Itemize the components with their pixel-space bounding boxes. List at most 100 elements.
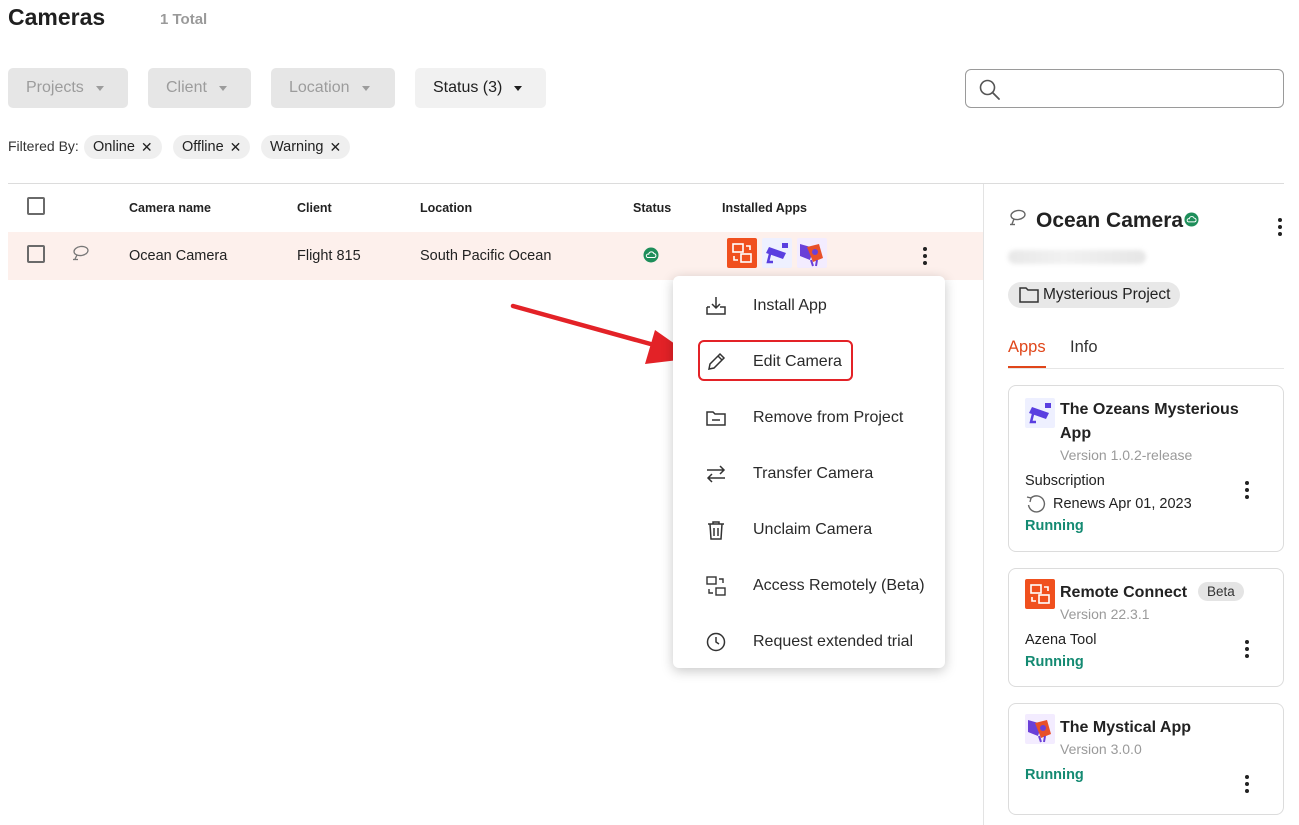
app-more-options-icon[interactable] (1239, 637, 1255, 661)
close-icon[interactable]: ✕ (141, 139, 153, 156)
clock-icon (706, 632, 726, 652)
folder-icon (1019, 287, 1039, 303)
menu-item-remove-from-project[interactable]: Remove from Project (673, 390, 945, 446)
total-count: 1 Total (160, 11, 208, 28)
panel-camera-title: Ocean Camera (1036, 209, 1184, 232)
menu-item-install-app[interactable]: Install App (673, 278, 945, 334)
panel-divider (983, 184, 984, 825)
trash-icon (708, 521, 724, 540)
location-filter-label: Location (289, 79, 350, 96)
tabs-divider (1008, 368, 1284, 369)
table-top-divider (8, 183, 1284, 184)
online-status-icon (1184, 212, 1199, 227)
menu-item-label: Install App (753, 297, 827, 314)
projects-filter-label: Projects (26, 79, 84, 96)
search-input[interactable] (965, 69, 1284, 108)
menu-item-unclaim-camera[interactable]: Unclaim Camera (673, 502, 945, 558)
menu-item-label: Unclaim Camera (753, 521, 873, 538)
close-icon[interactable]: ✕ (230, 139, 242, 156)
column-header-status[interactable]: Status (633, 201, 671, 215)
filter-chip-offline[interactable]: Offline ✕ (173, 135, 251, 159)
app-tool-label: Azena Tool (1025, 632, 1097, 648)
app-more-options-icon[interactable] (1239, 772, 1255, 796)
app-card: The Mystical App Version 3.0.0 Running (1008, 703, 1284, 815)
app-version: Version 22.3.1 (1060, 606, 1150, 622)
row-client: Flight 815 (297, 248, 361, 264)
tab-apps[interactable]: Apps (1008, 338, 1046, 357)
menu-item-request-extended-trial[interactable]: Request extended trial (673, 614, 945, 670)
filter-chip-online[interactable]: Online ✕ (84, 135, 162, 159)
mystical-app-icon (1025, 714, 1055, 744)
security-camera-app-icon (1025, 398, 1055, 428)
camera-icon (73, 245, 89, 261)
transfer-icon (706, 465, 726, 483)
row-camera-name[interactable]: Ocean Camera (129, 248, 227, 264)
renews-date: Renews Apr 01, 2023 (1053, 496, 1192, 512)
folder-minus-icon (706, 411, 726, 426)
camera-icon (1010, 209, 1026, 226)
context-menu: Install App Edit Camera Remove from Proj… (673, 276, 945, 668)
projects-filter-button[interactable]: Projects (8, 68, 128, 108)
chevron-down-icon (218, 85, 227, 91)
redacted-camera-id (1008, 250, 1146, 264)
install-icon (706, 297, 726, 315)
location-filter-button[interactable]: Location (271, 68, 395, 108)
close-icon[interactable]: ✕ (329, 139, 341, 156)
app-card: Remote Connect Beta Version 22.3.1 Azena… (1008, 568, 1284, 687)
page-title: Cameras (8, 4, 106, 30)
select-all-checkbox[interactable] (27, 197, 45, 215)
annotation-highlight-box (698, 340, 853, 381)
app-status: Running (1025, 767, 1084, 783)
tab-info[interactable]: Info (1070, 338, 1098, 357)
client-filter-button[interactable]: Client (148, 68, 251, 108)
row-more-options-icon[interactable] (917, 244, 933, 268)
status-filter-button[interactable]: Status (3) (415, 68, 546, 108)
row-checkbox[interactable] (27, 245, 45, 263)
panel-more-options-icon[interactable] (1272, 215, 1288, 239)
column-header-camera-name[interactable]: Camera name (129, 201, 211, 215)
app-version: Version 1.0.2-release (1060, 447, 1193, 463)
app-name-continued: App (1060, 425, 1092, 442)
project-chip[interactable]: Mysterious Project (1008, 282, 1181, 308)
chevron-down-icon (95, 85, 104, 91)
mystical-app-icon[interactable] (797, 238, 827, 268)
chip-label: Warning (270, 139, 324, 155)
app-name: The Mystical App (1060, 719, 1191, 736)
menu-item-transfer-camera[interactable]: Transfer Camera (673, 446, 945, 502)
menu-item-label: Transfer Camera (753, 465, 874, 482)
app-status: Running (1025, 518, 1084, 534)
chevron-down-icon (361, 85, 370, 91)
filtered-by-label: Filtered By: (8, 138, 79, 154)
client-filter-label: Client (166, 79, 207, 96)
remote-access-icon (706, 576, 726, 596)
app-more-options-icon[interactable] (1239, 478, 1255, 502)
menu-item-label: Request extended trial (753, 633, 914, 650)
beta-badge: Beta (1198, 582, 1244, 601)
online-status-icon (643, 247, 659, 263)
chevron-down-icon (514, 85, 523, 91)
app-status: Running (1025, 654, 1084, 670)
column-header-client[interactable]: Client (297, 201, 332, 215)
app-name: The Ozeans Mysterious (1060, 401, 1239, 418)
column-header-location[interactable]: Location (420, 201, 472, 215)
menu-item-label: Access Remotely (Beta) (753, 577, 925, 594)
app-name: Remote Connect (1060, 584, 1188, 601)
status-filter-label: Status (3) (433, 79, 503, 96)
menu-item-label: Remove from Project (753, 409, 904, 426)
chip-label: Online (93, 139, 135, 155)
chip-label: Offline (182, 139, 224, 155)
app-version: Version 3.0.0 (1060, 741, 1142, 757)
row-location: South Pacific Ocean (420, 248, 552, 264)
remote-connect-app-icon (1025, 579, 1055, 609)
filter-chip-warning[interactable]: Warning ✕ (261, 135, 351, 159)
column-header-installed-apps: Installed Apps (722, 201, 807, 215)
search-icon (979, 79, 1000, 100)
project-chip-label: Mysterious Project (1043, 286, 1171, 303)
subscription-label: Subscription (1025, 473, 1105, 489)
active-tab-indicator (1008, 366, 1046, 368)
remote-connect-app-icon[interactable] (727, 238, 757, 268)
renew-icon (1026, 495, 1046, 513)
menu-item-access-remotely[interactable]: Access Remotely (Beta) (673, 558, 945, 614)
app-card: The Ozeans Mysterious App Version 1.0.2-… (1008, 385, 1284, 552)
security-camera-app-icon[interactable] (762, 238, 792, 268)
